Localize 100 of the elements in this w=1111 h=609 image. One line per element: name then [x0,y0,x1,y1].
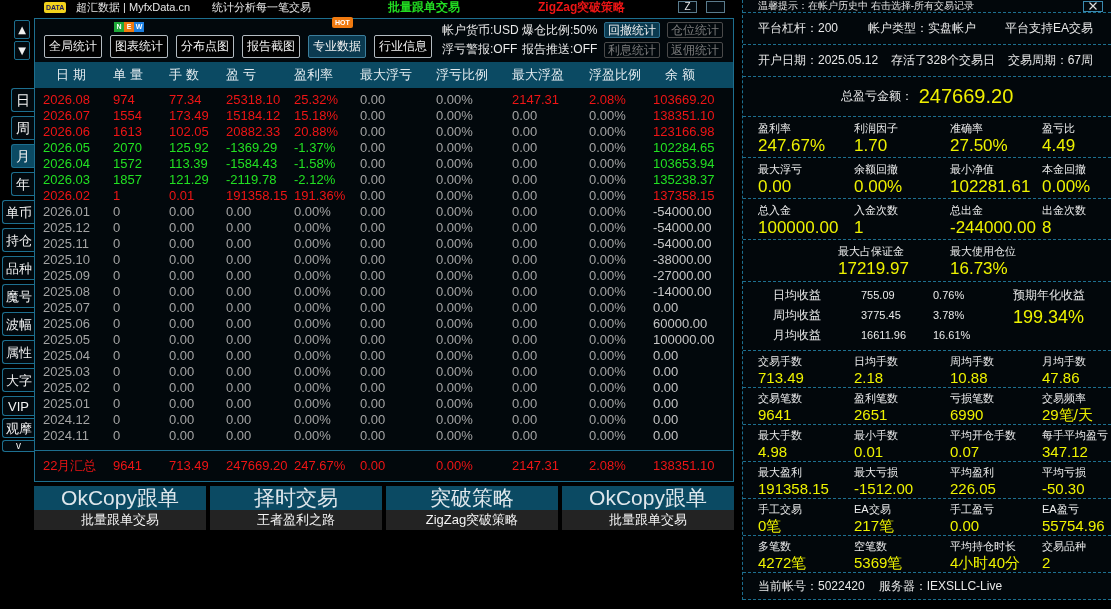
table-cell-text: 0.00 [360,300,387,316]
period-tab[interactable]: 日 [11,88,34,112]
scroll-button[interactable]: ▼ [14,41,30,60]
period-tab[interactable]: 周 [11,116,34,140]
table-cell-text: 103669.20 [653,92,716,108]
table-cell-text: 0.00 [360,284,387,300]
table-cell-text: 1554 [113,108,143,124]
table-cell-text: 0.00 [169,380,196,396]
stats-button[interactable]: 回撤统计 [604,22,660,38]
more-button[interactable]: v [2,440,34,452]
table-cell-text: 0.00% [436,92,474,108]
column-header[interactable]: 最大浮盈 [512,66,564,84]
toolbar-tab[interactable]: 行业信息 [374,35,432,58]
table-cell-text: 125.92 [169,140,210,156]
toolbar-tab[interactable]: 专业数据 [308,35,366,58]
table-cell-text: 0.00 [360,268,387,284]
table-cell-text: 0 [113,396,122,412]
view-tab[interactable]: 波幅 [2,312,34,336]
stat-label: 多笔数 [758,539,791,554]
stat-label: 平均持仓时长 [950,539,1016,554]
column-header[interactable]: 盈利率 [294,66,333,84]
stat-value: 0.00% [1042,177,1091,197]
stat-value: -1512.00 [854,480,914,498]
table-cell-text: 0.00% [589,396,627,412]
table-cell-text: 0.00 [169,348,196,364]
promo-link[interactable]: ZigZag突破策略 [538,0,626,14]
table-cell-text: 0.00% [589,156,627,172]
toolbar-tab[interactable]: 图表统计 [110,35,168,58]
view-tab[interactable]: 大字 [2,368,34,392]
promo-link[interactable]: 批量跟单交易 [388,0,460,14]
stat-label: 余额回撤 [854,162,898,177]
period-tab[interactable]: 月 [11,144,34,168]
table-cell-text: 0.00% [294,428,332,444]
column-header[interactable]: 浮亏比例 [436,66,488,84]
stat-label: 准确率 [950,121,983,136]
summary-cell-text: 0.00% [436,458,474,474]
table-cell-text: 0.00 [512,284,539,300]
table-cell-text: 0.00 [512,428,539,444]
column-header[interactable]: 浮盈比例 [589,66,641,84]
toolbar-tab[interactable]: 分布点图 [176,35,234,58]
table-cell-text: 2026.03 [43,172,91,188]
view-tab[interactable]: 单币 [2,200,34,224]
table-cell-text: 0.00% [436,428,474,444]
table-cell-text: 25318.10 [226,92,282,108]
table-cell-text: 0 [113,316,122,332]
banner-subtitle[interactable]: 批量跟单交易 [34,510,206,530]
table-cell-text: 0.00 [226,348,253,364]
stat-label: 盈利笔数 [854,391,898,406]
table-cell-text: 102284.65 [653,140,716,156]
period-tab[interactable]: 年 [11,172,34,196]
scroll-button[interactable]: ▲ [14,20,30,39]
column-header[interactable]: 盈 亏 [226,66,256,84]
stat-value: 29笔/天 [1042,406,1093,424]
table-cell-text: 2025.04 [43,348,91,364]
table-cell-text: 0.00 [512,204,539,220]
empty-button[interactable] [706,1,725,13]
banner-title[interactable]: OkCopy跟单 [34,486,206,510]
column-header[interactable]: 单 量 [113,66,143,84]
account-footer-text: 服务器：IEXSLLC-Live [878,577,1003,595]
table-cell-text: 0.00 [226,380,253,396]
table-cell-text: 0.00 [512,300,539,316]
table-cell-text: 0.00 [360,220,387,236]
stat-value: 100000.00 [758,218,839,238]
table-cell-text: 121.29 [169,172,210,188]
banner-title[interactable]: OkCopy跟单 [562,486,734,510]
table-cell-text: 25.32% [294,92,340,108]
strip-button[interactable]: Z [678,1,697,13]
toolbar-tab[interactable]: 报告截图 [242,35,300,58]
banner-subtitle[interactable]: 王者盈利之路 [210,510,382,530]
table-cell-text: 0.00% [436,252,474,268]
table-cell-text: 0.00 [360,108,387,124]
banner-title[interactable]: 择时交易 [210,486,382,510]
column-header[interactable]: 手 数 [169,66,199,84]
table-cell-text: 77.34 [169,92,203,108]
banner-title[interactable]: 突破策略 [386,486,558,510]
banner-subtitle[interactable]: 批量跟单交易 [562,510,734,530]
close-button[interactable] [1083,0,1103,12]
stat-value: 4.49 [1042,136,1076,156]
stat-label: 最大亏损 [854,465,898,480]
column-header[interactable]: 余 额 [665,66,695,84]
average-amount: 755.09 [861,289,895,301]
setting-text: 浮亏警报:OFF [442,41,518,58]
view-tab[interactable]: 观摩 [2,418,34,438]
view-tab[interactable]: 品种 [2,256,34,280]
view-tab[interactable]: 属性 [2,340,34,364]
table-cell-text: 103653.94 [653,156,716,172]
table-cell-text: 0.00% [294,412,332,428]
table-cell-text: 0.00% [436,316,474,332]
table-cell-text: 0.00% [589,428,627,444]
column-header[interactable]: 日 期 [56,66,86,84]
view-tab[interactable]: VIP [2,396,34,416]
table-cell-text: 0 [113,268,122,284]
table-cell-text: 0.00 [653,396,680,412]
banner-subtitle[interactable]: ZigZag突破策略 [386,510,558,530]
table-cell-text: 2024.11 [43,428,91,444]
column-header[interactable]: 最大浮亏 [360,66,412,84]
view-tab[interactable]: 魔号 [2,284,34,308]
view-tab[interactable]: 持仓 [2,228,34,252]
toolbar-tab[interactable]: 全局统计 [44,35,102,58]
table-cell-text: 0.00% [436,284,474,300]
